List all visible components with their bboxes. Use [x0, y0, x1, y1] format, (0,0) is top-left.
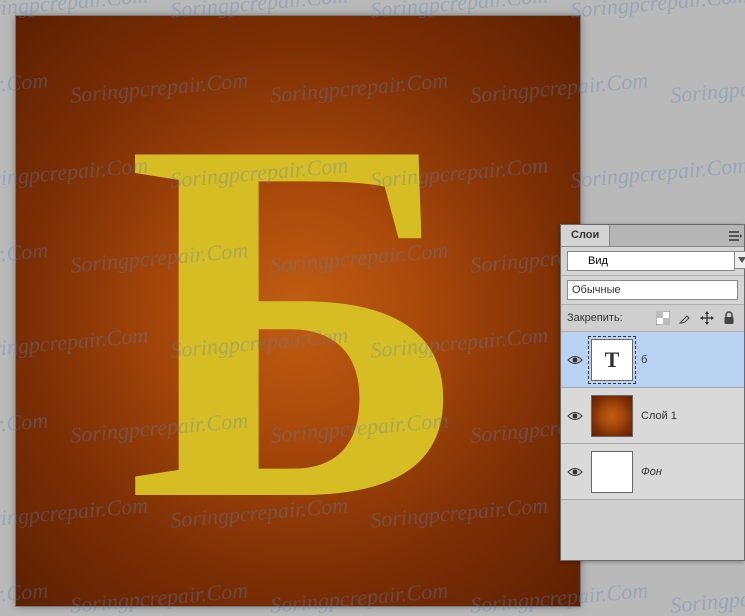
eye-icon [567, 410, 583, 422]
lock-row: Закрепить: [561, 305, 744, 332]
canvas[interactable]: Б [16, 16, 580, 606]
text-layer-content: Б [126, 61, 470, 581]
layer-name[interactable]: Фон [641, 466, 662, 478]
document-window: Б [16, 16, 580, 606]
layer-row-text[interactable]: T б [561, 332, 744, 388]
filter-dropdown-arrow[interactable] [735, 251, 745, 269]
eye-icon [567, 466, 583, 478]
lock-icon [723, 311, 735, 325]
layers-list: T б Слой 1 [561, 332, 744, 500]
blend-mode-value: Обычные [572, 284, 621, 296]
workspace: Б Слои [0, 0, 745, 616]
lock-all-button[interactable] [720, 309, 738, 327]
lock-transparency-button[interactable] [654, 309, 672, 327]
lock-label: Закрепить: [567, 312, 623, 324]
layer-row-raster[interactable]: Слой 1 [561, 388, 744, 444]
menu-icon [728, 230, 742, 242]
filter-row [561, 247, 744, 276]
checker-icon [656, 311, 670, 325]
blend-mode-row: Обычные [561, 276, 744, 305]
filter-type-select[interactable] [567, 251, 735, 271]
panel-footer [561, 500, 744, 560]
move-icon [700, 311, 714, 325]
lock-position-button[interactable] [698, 309, 716, 327]
visibility-toggle[interactable] [567, 408, 583, 424]
layer-thumbnail[interactable] [591, 451, 633, 493]
panel-menu-button[interactable] [726, 225, 744, 246]
brush-icon [678, 311, 692, 325]
layer-thumbnail[interactable] [591, 395, 633, 437]
lock-pixels-button[interactable] [676, 309, 694, 327]
layer-name[interactable]: Слой 1 [641, 410, 677, 422]
layer-name[interactable]: б [641, 354, 647, 366]
eye-icon [567, 354, 583, 366]
visibility-toggle[interactable] [567, 352, 583, 368]
chevron-down-icon [738, 257, 745, 263]
layers-panel: Слои [560, 224, 745, 561]
layer-thumbnail[interactable]: T [591, 339, 633, 381]
panel-tab-bar: Слои [561, 225, 744, 247]
blend-mode-select[interactable]: Обычные [567, 280, 738, 300]
visibility-toggle[interactable] [567, 464, 583, 480]
layers-tab[interactable]: Слои [561, 225, 610, 246]
layer-row-background[interactable]: Фон [561, 444, 744, 500]
